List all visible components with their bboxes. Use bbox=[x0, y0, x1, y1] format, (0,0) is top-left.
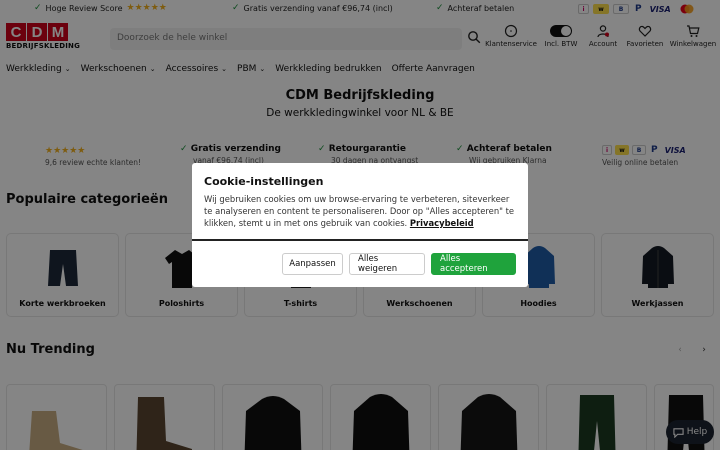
cookie-dialog-text: Wij gebruiken cookies om uw browse-ervar… bbox=[204, 193, 516, 229]
divider bbox=[192, 239, 528, 241]
reject-all-button[interactable]: Alles weigeren bbox=[349, 253, 425, 275]
cookie-dialog: Cookie-instellingen Wij gebruiken cookie… bbox=[192, 163, 528, 287]
privacy-policy-link[interactable]: Privacybeleid bbox=[410, 218, 474, 228]
accept-all-button[interactable]: Alles accepteren bbox=[431, 253, 516, 275]
customize-button[interactable]: Aanpassen bbox=[282, 253, 343, 275]
cookie-dialog-actions: Aanpassen Alles weigeren Alles acceptere… bbox=[282, 253, 516, 275]
cookie-dialog-title: Cookie-instellingen bbox=[204, 175, 324, 188]
